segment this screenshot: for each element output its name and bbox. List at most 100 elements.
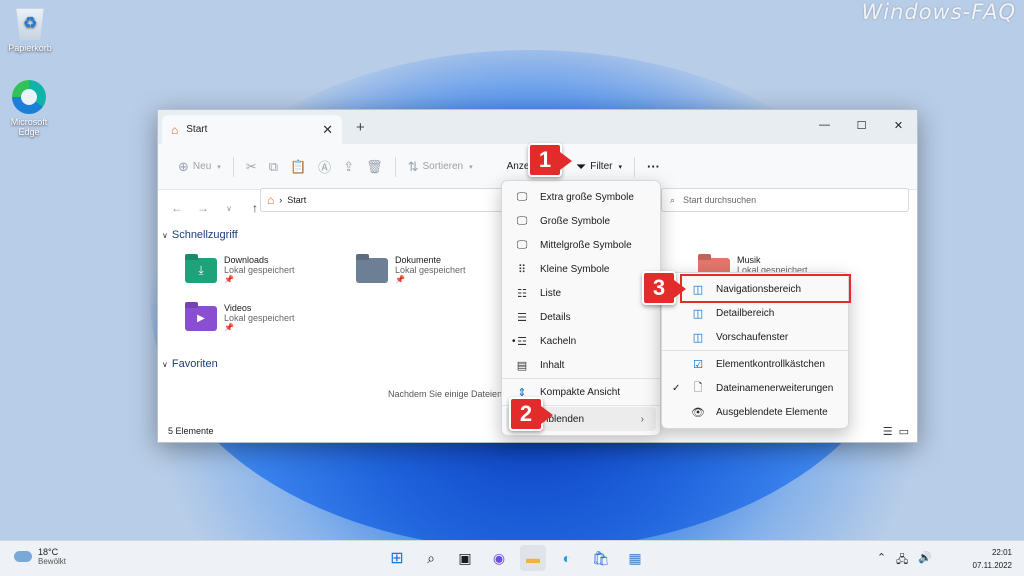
start-button[interactable]: ⊞ [384,545,410,571]
section-title: Favoriten [171,358,218,370]
maximize-button[interactable]: ☐ [843,114,880,136]
monitor-icon: 🖵 [516,238,528,251]
details-view-icon[interactable]: ☰ [883,425,893,438]
monitor-icon: 🖵 [516,190,528,203]
menu-item-label: Dateinamenerweiterungen [716,382,834,394]
menu-item-medium-icons[interactable]: 🖵 Mittelgroße Symbole [502,233,660,257]
clock-time: 22:01 [991,548,1012,557]
menu-item-label: Extra große Symbole [540,191,634,203]
desktop-icon-label: Papierkorb [8,43,52,53]
volume-icon[interactable]: 🔊 [918,551,932,570]
menu-item-tiles[interactable]: • ☲ Kacheln [502,329,660,353]
search-button[interactable]: ⌕ [418,545,444,571]
menu-item-label: Kleine Symbole [540,263,610,275]
monitor-icon: 🖵 [516,214,528,227]
pin-icon: 📌 [395,275,405,284]
chevron-down-icon: ▾ [469,163,473,171]
section-favorites[interactable]: ∨ Favoriten [162,358,218,370]
edge-icon: ◐ [562,550,572,566]
folder-icon: ▬ [526,550,540,566]
new-button[interactable]: ⊕ Neu ▾ [172,153,227,181]
menu-item-preview-pane[interactable]: ◫ Vorschaufenster [662,325,848,349]
tiles-view-icon[interactable]: ▭ [899,425,909,438]
menu-item-details-pane[interactable]: ◫ Detailbereich [662,301,848,325]
menu-item-list[interactable]: ☷ Liste [502,281,660,305]
toolbar-divider [394,156,396,177]
toolbar-divider [633,156,635,177]
copy-button[interactable]: ⧉ [263,153,284,181]
paste-button[interactable]: 📋 [284,153,312,181]
forward-arrow-icon[interactable]: → [192,201,214,215]
breadcrumb-start[interactable]: Start [287,195,306,205]
cut-button[interactable]: ✂ [240,153,263,181]
task-view-button[interactable]: ▣ [452,545,478,571]
share-icon: ⇪ [343,158,355,174]
network-icon[interactable]: 🖧 [896,551,908,570]
new-tab-button[interactable]: + [356,119,365,136]
tab-title: Start [186,124,208,135]
pin-icon: 📌 [224,275,234,284]
more-options-button[interactable]: ··· [641,153,666,181]
weather-widget[interactable]: 18°C Bewölkt [14,547,66,566]
tiles-icon: ☲ [517,335,527,348]
clock[interactable]: 22:01 07.11.2022 [973,546,1012,572]
recent-chevron-icon[interactable]: ∨ [218,204,240,213]
filter-button[interactable]: ⏷ Filter ▾ [570,153,628,181]
sort-button[interactable]: ⇅ Sortieren ▾ [402,153,479,181]
chevron-down-icon: ∨ [162,230,168,240]
folder-item-videos[interactable]: ▶ Videos Lokal gespeichert 📌 [185,303,295,332]
selected-dot-icon: • [512,335,516,347]
item-name: Dokumente [395,255,442,265]
taskbar-apps: ⊞ ⌕ ▣ ◉ ▬ ◐ 🛍 ▦ [384,545,648,571]
minimize-button[interactable]: — [806,114,843,136]
chevron-up-icon[interactable]: ⌃ [877,551,886,570]
folder-item-downloads[interactable]: ⤓ Downloads Lokal gespeichert 📌 [185,255,295,284]
menu-item-hidden-items[interactable]: 👁 Ausgeblendete Elemente [662,400,848,424]
menu-item-label: Kompakte Ansicht [540,386,621,398]
menu-item-details[interactable]: ☰ Details [502,305,660,329]
store-button[interactable]: 🛍 [588,545,614,571]
menu-item-file-extensions[interactable]: ✓ 🗋 Dateinamenerweiterungen [662,376,848,400]
close-window-button[interactable]: ✕ [880,114,917,136]
filter-button-label: Filter [590,161,613,172]
close-tab-icon[interactable]: ✕ [322,122,333,138]
edge-icon [12,80,46,114]
menu-item-item-checkboxes[interactable]: ☑ Elementkontrollkästchen [662,352,848,376]
item-sub: Lokal gespeichert [224,313,295,323]
content-icon: ▤ [516,359,528,372]
menu-item-large-icons[interactable]: 🖵 Große Symbole [502,209,660,233]
delete-button[interactable]: 🗑 [360,153,389,181]
desktop-icon-recycle-bin[interactable]: ♻ Papierkorb [2,6,58,53]
step-badge-3: 3 [642,271,686,305]
search-icon: ⌕ [670,194,676,205]
edge-button[interactable]: ◐ [554,545,580,571]
desktop-icon-edge[interactable]: Microsoft Edge [1,80,57,137]
search-box[interactable]: ⌕ Start durchsuchen [661,188,909,212]
menu-divider [502,378,660,379]
item-sub: Lokal gespeichert [224,265,295,275]
store-icon: 🛍 [592,549,610,566]
item-name: Musik [737,255,761,265]
menu-item-small-icons[interactable]: ⠿ Kleine Symbole [502,257,660,281]
section-quick-access[interactable]: ∨ Schnellzugriff [162,229,238,241]
menu-item-label: Vorschaufenster [716,331,789,343]
menu-item-content[interactable]: ▤ Inhalt [502,353,660,377]
system-tray: ⌃ 🖧 🔊 [877,551,932,570]
menu-item-extra-large-icons[interactable]: 🖵 Extra große Symbole [502,185,660,209]
view-toggle-group: ☰ ▭ [883,425,909,438]
app-button[interactable]: ▦ [622,545,648,571]
chevron-right-icon: › [640,413,644,425]
file-explorer-button[interactable]: ▬ [520,545,546,571]
address-bar[interactable]: ⌂ › Start [260,188,504,212]
menu-item-label: Elementkontrollkästchen [716,358,825,370]
tab-start[interactable]: ⌂ Start ✕ [162,115,342,144]
rename-button[interactable]: Ⓐ [312,153,337,181]
chat-icon: ◉ [492,549,506,566]
check-icon: ✓ [672,382,681,394]
chat-button[interactable]: ◉ [486,545,512,571]
share-button[interactable]: ⇪ [337,153,360,181]
documents-folder-icon [356,258,388,283]
folder-item-documents[interactable]: Dokumente Lokal gespeichert 📌 [356,255,466,284]
details-icon: ☰ [517,311,527,324]
back-arrow-icon[interactable]: ← [166,201,188,215]
